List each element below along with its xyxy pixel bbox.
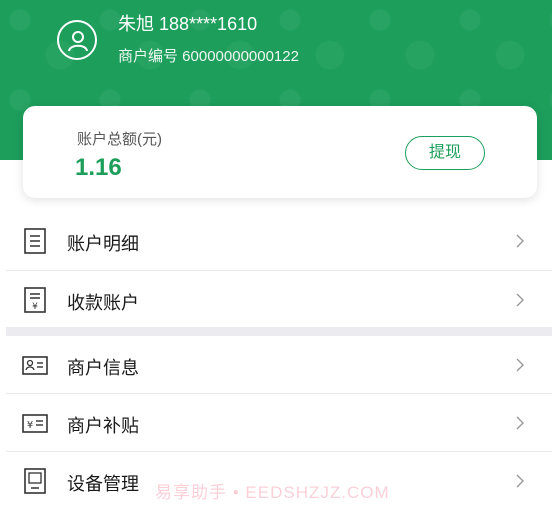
- yuan-card-icon: ¥: [22, 414, 48, 433]
- balance-value: 1.16: [75, 154, 122, 181]
- chevron-right-icon: [516, 293, 524, 307]
- balance-label: 账户总额(元): [77, 131, 162, 148]
- avatar[interactable]: [57, 20, 97, 60]
- menu-item-merchant-info[interactable]: 商户信息: [0, 336, 552, 394]
- user-name-phone: 朱旭 188****1610: [118, 14, 258, 34]
- withdraw-button[interactable]: 提现: [405, 136, 485, 170]
- chevron-right-icon: [516, 358, 524, 372]
- balance-card: 账户总额(元) 1.16 提现: [23, 106, 537, 198]
- chevron-right-icon: [516, 416, 524, 430]
- watermark: 易享助手 • EEDSHZJZ.COM: [155, 483, 390, 502]
- device-icon: [24, 468, 46, 494]
- user-icon: [68, 31, 88, 52]
- chevron-right-icon: [516, 474, 524, 488]
- menu-item-label: 收款账户: [67, 293, 139, 313]
- yuan-document-icon: ¥: [24, 287, 46, 313]
- svg-text:¥: ¥: [27, 420, 33, 431]
- menu-item-merchant-subsidy[interactable]: ¥ 商户补贴: [0, 394, 552, 452]
- document-list-icon: [24, 228, 46, 254]
- merchant-number: 商户编号 60000000000122: [118, 48, 299, 65]
- menu-item-label: 设备管理: [67, 474, 139, 494]
- svg-text:¥: ¥: [32, 302, 38, 312]
- menu-item-label: 商户补贴: [67, 416, 139, 436]
- section-separator: [6, 327, 552, 336]
- menu-item-receiving-account[interactable]: ¥ 收款账户: [0, 271, 552, 329]
- menu-item-account-detail[interactable]: 账户明细: [0, 212, 552, 270]
- id-card-icon: [22, 356, 48, 375]
- menu-item-label: 账户明细: [67, 234, 139, 254]
- chevron-right-icon: [516, 234, 524, 248]
- menu-item-label: 商户信息: [67, 358, 139, 378]
